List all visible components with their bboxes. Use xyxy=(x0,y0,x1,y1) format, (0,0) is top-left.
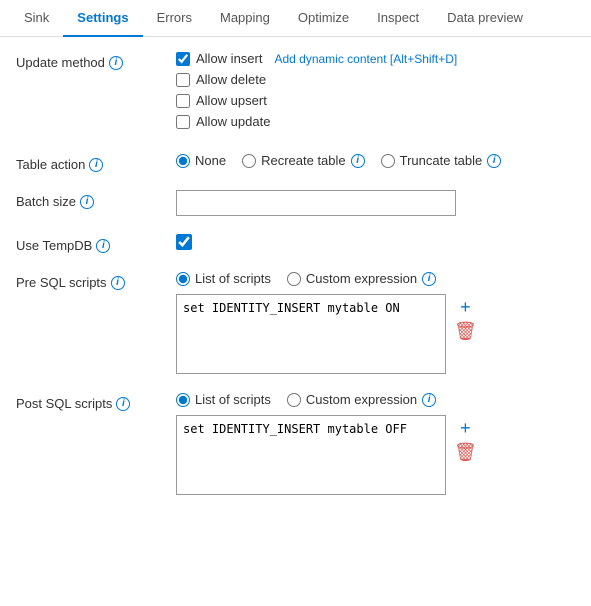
use-tempdb-control xyxy=(176,234,575,253)
post-sql-options: List of scripts Custom expression i xyxy=(176,392,575,407)
use-tempdb-checkbox[interactable] xyxy=(176,234,192,250)
allow-insert-label[interactable]: Allow insert xyxy=(196,51,262,66)
update-method-info-icon[interactable]: i xyxy=(109,56,123,70)
pre-sql-custom-radio[interactable] xyxy=(287,272,301,286)
allow-upsert-checkbox[interactable] xyxy=(176,94,190,108)
tab-errors[interactable]: Errors xyxy=(143,0,206,37)
allow-insert-item: Allow insert Add dynamic content [Alt+Sh… xyxy=(176,51,575,66)
pre-sql-label: Pre SQL scripts i xyxy=(16,271,176,290)
batch-size-info-icon[interactable]: i xyxy=(80,195,94,209)
table-action-control: None Recreate table i Truncate table i xyxy=(176,153,575,168)
pre-sql-delete-button[interactable]: 🗑 xyxy=(454,322,477,340)
post-sql-actions: + 🗑 xyxy=(454,415,477,461)
post-sql-custom-option: Custom expression i xyxy=(287,392,436,407)
post-sql-custom-label[interactable]: Custom expression xyxy=(306,392,417,407)
tab-bar: Sink Settings Errors Mapping Optimize In… xyxy=(0,0,591,37)
table-action-recreate-radio[interactable] xyxy=(242,154,256,168)
batch-size-control xyxy=(176,190,575,216)
tab-optimize[interactable]: Optimize xyxy=(284,0,363,37)
allow-update-item: Allow update xyxy=(176,114,575,129)
update-method-label: Update method i xyxy=(16,51,176,70)
post-sql-list-label[interactable]: List of scripts xyxy=(195,392,271,407)
update-method-row: Update method i Allow insert Add dynamic… xyxy=(16,51,575,135)
pre-sql-control: List of scripts Custom expression i set … xyxy=(176,271,575,374)
use-tempdb-label: Use TempDB i xyxy=(16,234,176,253)
use-tempdb-info-icon[interactable]: i xyxy=(96,239,110,253)
pre-sql-custom-option: Custom expression i xyxy=(287,271,436,286)
allow-update-checkbox[interactable] xyxy=(176,115,190,129)
allow-upsert-label[interactable]: Allow upsert xyxy=(196,93,267,108)
post-sql-row: Post SQL scripts i List of scripts Custo… xyxy=(16,392,575,495)
post-sql-label: Post SQL scripts i xyxy=(16,392,176,411)
pre-sql-list-radio[interactable] xyxy=(176,272,190,286)
post-sql-info-icon[interactable]: i xyxy=(116,397,130,411)
pre-sql-custom-label[interactable]: Custom expression xyxy=(306,271,417,286)
allow-delete-checkbox[interactable] xyxy=(176,73,190,87)
tab-data-preview[interactable]: Data preview xyxy=(433,0,537,37)
allow-upsert-item: Allow upsert xyxy=(176,93,575,108)
tab-sink[interactable]: Sink xyxy=(10,0,63,37)
tab-settings[interactable]: Settings xyxy=(63,0,142,37)
recreate-table-info-icon[interactable]: i xyxy=(351,154,365,168)
pre-sql-list-option: List of scripts xyxy=(176,271,271,286)
post-sql-list-option: List of scripts xyxy=(176,392,271,407)
truncate-table-info-icon[interactable]: i xyxy=(487,154,501,168)
pre-sql-options: List of scripts Custom expression i xyxy=(176,271,575,286)
allow-insert-checkbox[interactable] xyxy=(176,52,190,66)
table-action-none-label[interactable]: None xyxy=(195,153,226,168)
table-action-recreate: Recreate table i xyxy=(242,153,365,168)
post-sql-list-radio[interactable] xyxy=(176,393,190,407)
post-sql-textarea[interactable]: set IDENTITY_INSERT mytable OFF xyxy=(176,415,446,495)
pre-sql-row: Pre SQL scripts i List of scripts Custom… xyxy=(16,271,575,374)
post-sql-delete-button[interactable]: 🗑 xyxy=(454,443,477,461)
table-action-truncate-radio[interactable] xyxy=(381,154,395,168)
table-action-none-radio[interactable] xyxy=(176,154,190,168)
table-action-info-icon[interactable]: i xyxy=(89,158,103,172)
dynamic-content-link[interactable]: Add dynamic content [Alt+Shift+D] xyxy=(274,52,457,66)
pre-sql-textarea[interactable]: set IDENTITY_INSERT mytable ON xyxy=(176,294,446,374)
table-action-truncate: Truncate table i xyxy=(381,153,502,168)
table-action-label: Table action i xyxy=(16,153,176,172)
post-sql-add-button[interactable]: + xyxy=(454,419,477,437)
allow-delete-item: Allow delete xyxy=(176,72,575,87)
pre-sql-add-button[interactable]: + xyxy=(454,298,477,316)
allow-update-label[interactable]: Allow update xyxy=(196,114,270,129)
pre-sql-info-icon[interactable]: i xyxy=(111,276,125,290)
batch-size-row: Batch size i xyxy=(16,190,575,216)
table-action-truncate-label[interactable]: Truncate table xyxy=(400,153,483,168)
pre-sql-list-label[interactable]: List of scripts xyxy=(195,271,271,286)
post-sql-textarea-wrap: set IDENTITY_INSERT mytable OFF + 🗑 xyxy=(176,415,575,495)
use-tempdb-row: Use TempDB i xyxy=(16,234,575,253)
tab-inspect[interactable]: Inspect xyxy=(363,0,433,37)
table-action-row: Table action i None Recreate table i Tru… xyxy=(16,153,575,172)
allow-delete-label[interactable]: Allow delete xyxy=(196,72,266,87)
pre-sql-actions: + 🗑 xyxy=(454,294,477,340)
update-method-control: Allow insert Add dynamic content [Alt+Sh… xyxy=(176,51,575,135)
batch-size-label: Batch size i xyxy=(16,190,176,209)
post-sql-control: List of scripts Custom expression i set … xyxy=(176,392,575,495)
table-action-recreate-label[interactable]: Recreate table xyxy=(261,153,346,168)
tab-mapping[interactable]: Mapping xyxy=(206,0,284,37)
pre-sql-textarea-wrap: set IDENTITY_INSERT mytable ON + 🗑 xyxy=(176,294,575,374)
pre-sql-custom-info-icon[interactable]: i xyxy=(422,272,436,286)
post-sql-custom-info-icon[interactable]: i xyxy=(422,393,436,407)
batch-size-input[interactable] xyxy=(176,190,456,216)
table-action-radio-group: None Recreate table i Truncate table i xyxy=(176,153,575,168)
table-action-none: None xyxy=(176,153,226,168)
settings-content: Update method i Allow insert Add dynamic… xyxy=(0,37,591,527)
post-sql-custom-radio[interactable] xyxy=(287,393,301,407)
